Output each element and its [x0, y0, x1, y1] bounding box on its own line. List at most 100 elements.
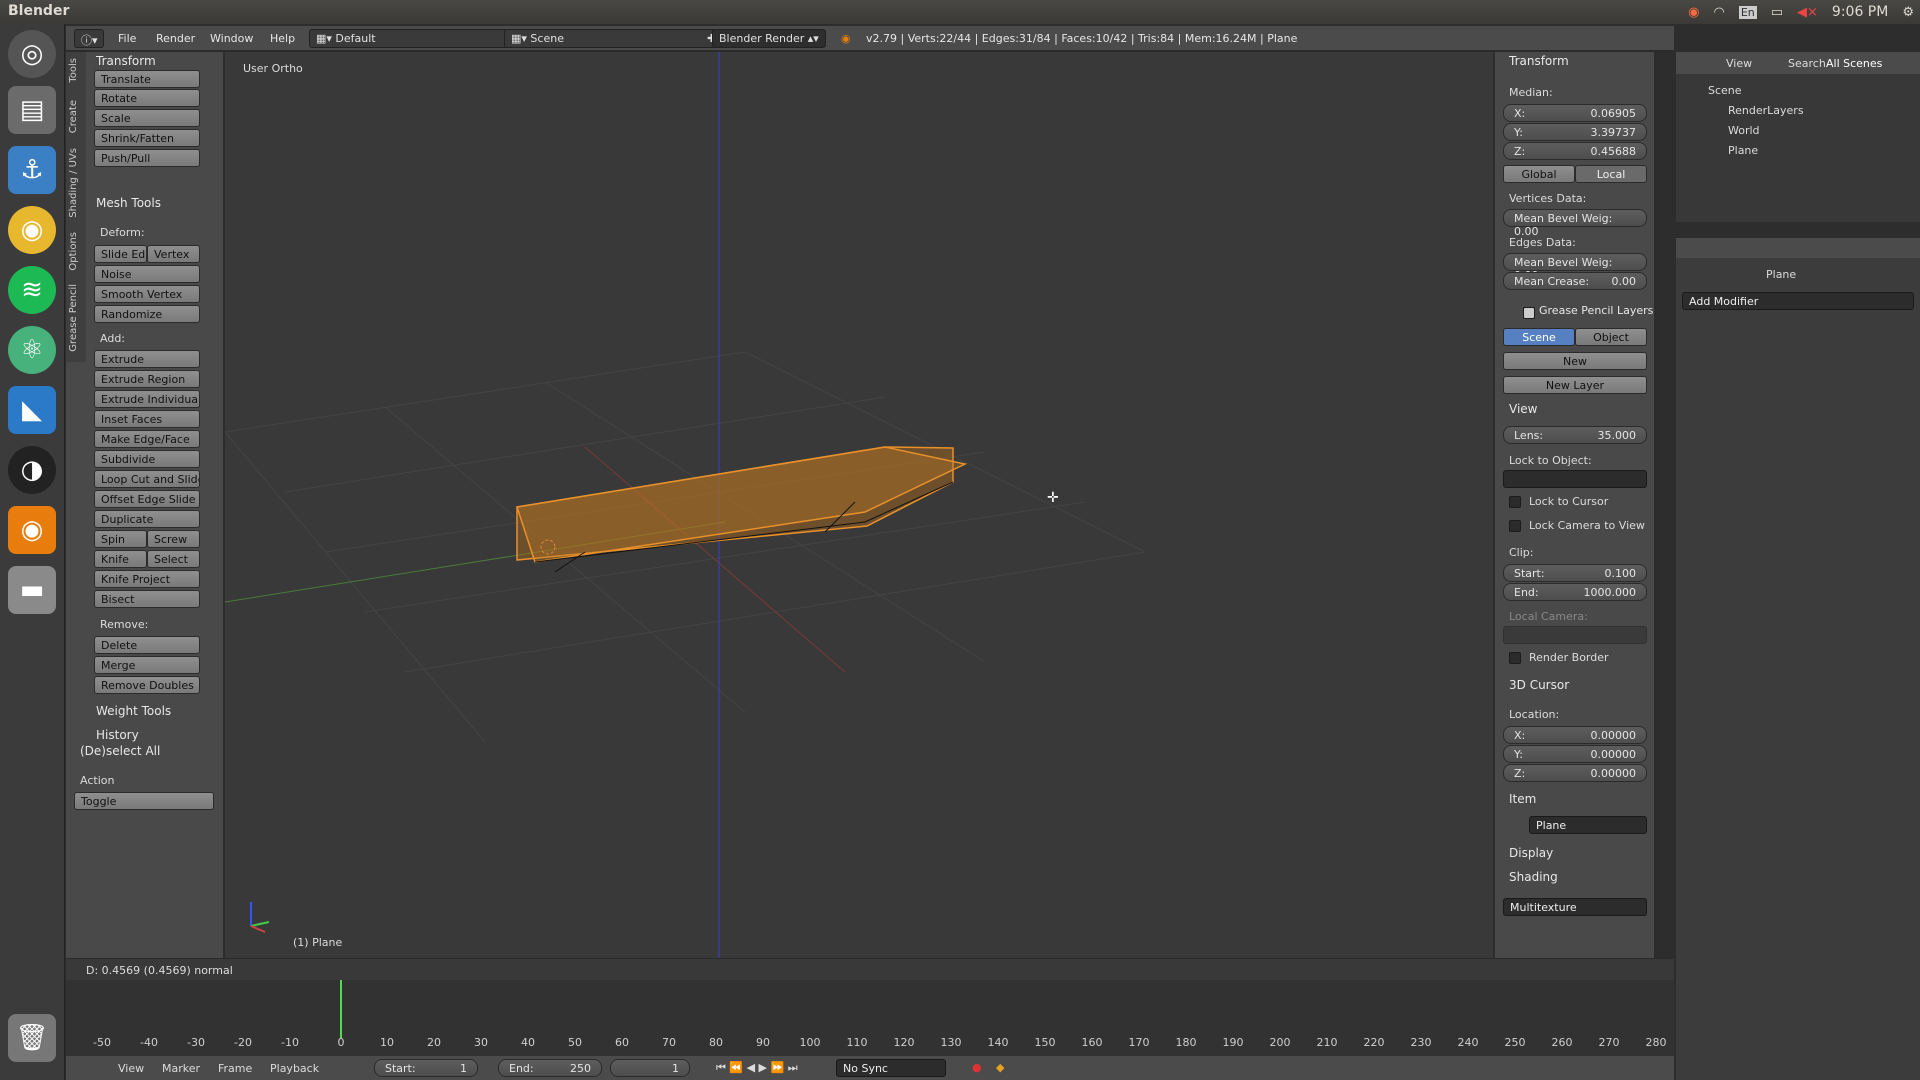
offset-edge-slide-button[interactable]: Offset Edge Slide: [94, 490, 200, 508]
cursor-z-field[interactable]: Z: 0.00000: [1503, 764, 1647, 782]
operator-panel-title[interactable]: (De)select All: [80, 744, 160, 758]
3d-viewport[interactable]: User Ortho ✛ (1) Plane: [225, 52, 1493, 958]
duplicate-button[interactable]: Duplicate: [94, 510, 200, 528]
scale-button[interactable]: Scale: [94, 109, 200, 127]
scene-canvas[interactable]: ✛: [225, 52, 1493, 958]
editor-type-icon[interactable]: ⓘ▾: [74, 29, 104, 48]
outliner-item-world[interactable]: World: [1728, 124, 1760, 137]
spotify-icon[interactable]: ≋: [8, 266, 56, 314]
lock-camera-checkbox[interactable]: [1509, 520, 1521, 532]
global-button[interactable]: Global: [1503, 165, 1575, 183]
screw-button[interactable]: Screw: [147, 530, 200, 548]
gp-object-button[interactable]: Object: [1575, 328, 1647, 346]
render-border-checkbox[interactable]: [1509, 652, 1521, 664]
network-icon[interactable]: ◉: [1688, 5, 1699, 20]
timeline-menu-view[interactable]: View: [118, 1062, 144, 1075]
remove-doubles-button[interactable]: Remove Doubles: [94, 676, 200, 694]
atom-icon[interactable]: ⚛: [8, 326, 56, 374]
panel-transform-title[interactable]: Transform: [96, 54, 156, 68]
bisect-button[interactable]: Bisect: [94, 590, 200, 608]
inset-faces-button[interactable]: Inset Faces: [94, 410, 200, 428]
panel-transform-props-title[interactable]: Transform: [1509, 54, 1569, 68]
panel-weight-tools-title[interactable]: Weight Tools: [96, 704, 171, 718]
blender-icon[interactable]: ◉: [8, 506, 56, 554]
shading-mode-select[interactable]: Multitexture: [1503, 898, 1647, 916]
cursor-x-field[interactable]: X: 0.00000: [1503, 726, 1647, 744]
add-modifier-select[interactable]: Add Modifier: [1682, 292, 1914, 310]
dash-home-icon[interactable]: ◎: [8, 30, 56, 78]
battery-icon[interactable]: ▭: [1771, 5, 1783, 20]
timeline-menu-marker[interactable]: Marker: [162, 1062, 200, 1075]
wifi-icon[interactable]: ◠: [1713, 5, 1724, 20]
outliner-item-plane[interactable]: Plane: [1728, 144, 1758, 157]
playback-controls[interactable]: ⏮ ⏪ ◀ ▶ ⏩ ⏭: [716, 1061, 798, 1075]
shrink-fatten-button[interactable]: Shrink/Fatten: [94, 129, 200, 147]
files-icon[interactable]: ▤: [8, 86, 56, 134]
tab-create[interactable]: Create: [68, 100, 84, 133]
keyboard-layout[interactable]: En: [1738, 5, 1757, 19]
settings-gear-icon[interactable]: ⚙: [1902, 5, 1914, 20]
timeline-menu-frame[interactable]: Frame: [218, 1062, 252, 1075]
push-pull-button[interactable]: Push/Pull: [94, 149, 200, 167]
lens-field[interactable]: Lens: 35.000: [1503, 426, 1647, 444]
tab-tools[interactable]: Tools: [68, 58, 84, 83]
clock[interactable]: 9:06 PM: [1832, 4, 1888, 20]
extrude-menu[interactable]: Extrude: [94, 350, 200, 368]
cursor-y-field[interactable]: Y: 0.00000: [1503, 745, 1647, 763]
action-select[interactable]: Toggle: [74, 792, 214, 810]
panel-shading-title[interactable]: Shading: [1509, 870, 1558, 884]
panel-grease-pencil-title[interactable]: Grease Pencil Layers: [1539, 304, 1653, 317]
smooth-vertex-button[interactable]: Smooth Vertex: [94, 285, 200, 303]
outliner-search-menu[interactable]: Search: [1788, 57, 1826, 70]
rotate-button[interactable]: Rotate: [94, 89, 200, 107]
median-x-field[interactable]: X: 0.06905: [1503, 104, 1647, 122]
make-edge-face-button[interactable]: Make Edge/Face: [94, 430, 200, 448]
lock-cursor-checkbox[interactable]: [1509, 496, 1521, 508]
menu-render[interactable]: Render: [156, 32, 195, 45]
panel-item-title[interactable]: Item: [1509, 792, 1536, 806]
render-engine-select[interactable]: Blender Render ▴▾: [712, 29, 826, 48]
item-name-field[interactable]: Plane: [1529, 816, 1647, 834]
tab-options[interactable]: Options: [68, 232, 84, 271]
subdivide-button[interactable]: Subdivide: [94, 450, 200, 468]
trash-icon[interactable]: 🗑: [8, 1014, 56, 1062]
median-z-field[interactable]: Z: 0.45688: [1503, 142, 1647, 160]
local-button[interactable]: Local: [1575, 165, 1647, 183]
panel-history-title[interactable]: History: [96, 728, 139, 742]
menu-file[interactable]: File: [118, 32, 136, 45]
menu-help[interactable]: Help: [270, 32, 295, 45]
extrude-region-button[interactable]: Extrude Region: [94, 370, 200, 388]
menu-window[interactable]: Window: [210, 32, 253, 45]
browser-icon[interactable]: ⚓: [8, 146, 56, 194]
obs-icon[interactable]: ◑: [8, 446, 56, 494]
panel-mesh-tools-title[interactable]: Mesh Tools: [96, 196, 161, 210]
mean-bevel-vertex-field[interactable]: Mean Bevel Weig: 0.00: [1503, 209, 1647, 238]
timeline[interactable]: -50 -40 -30 -20 -10 0 10 20 30 40 50 60 …: [66, 980, 1674, 1056]
clip-end-field[interactable]: End: 1000.000: [1503, 583, 1647, 601]
outliner-item-renderlayers[interactable]: RenderLayers: [1728, 104, 1804, 117]
tab-shading-uvs[interactable]: Shading / UVs: [68, 148, 84, 218]
outliner-view-menu[interactable]: View: [1726, 57, 1752, 70]
tab-grease-pencil[interactable]: Grease Pencil: [68, 284, 84, 352]
timeline-menu-playback[interactable]: Playback: [270, 1062, 319, 1075]
frame-start-field[interactable]: Start: 1: [374, 1059, 478, 1077]
merge-menu[interactable]: Merge: [94, 656, 200, 674]
extrude-individual-button[interactable]: Extrude Individual: [94, 390, 200, 408]
panel-3d-cursor-title[interactable]: 3D Cursor: [1509, 678, 1569, 692]
clip-start-field[interactable]: Start: 0.100: [1503, 564, 1647, 582]
properties-tabs[interactable]: [1676, 238, 1920, 258]
vscode-icon[interactable]: ◣: [8, 386, 56, 434]
scene-selector[interactable]: ▦▾ Scene✚ ✕: [504, 29, 736, 48]
playhead[interactable]: [340, 980, 342, 1038]
noise-button[interactable]: Noise: [94, 265, 200, 283]
delete-menu[interactable]: Delete: [94, 636, 200, 654]
panel-view-title[interactable]: View: [1509, 402, 1537, 416]
loop-cut-slide-button[interactable]: Loop Cut and Slide: [94, 470, 200, 488]
frame-end-field[interactable]: End: 250: [498, 1059, 602, 1077]
spin-button[interactable]: Spin: [94, 530, 147, 548]
current-frame-field[interactable]: 1: [610, 1059, 690, 1077]
grease-pencil-checkbox[interactable]: [1523, 307, 1535, 319]
gp-scene-button[interactable]: Scene: [1503, 328, 1575, 346]
record-icon[interactable]: ●: [972, 1061, 982, 1074]
outliner-item-scene[interactable]: Scene: [1708, 84, 1742, 97]
